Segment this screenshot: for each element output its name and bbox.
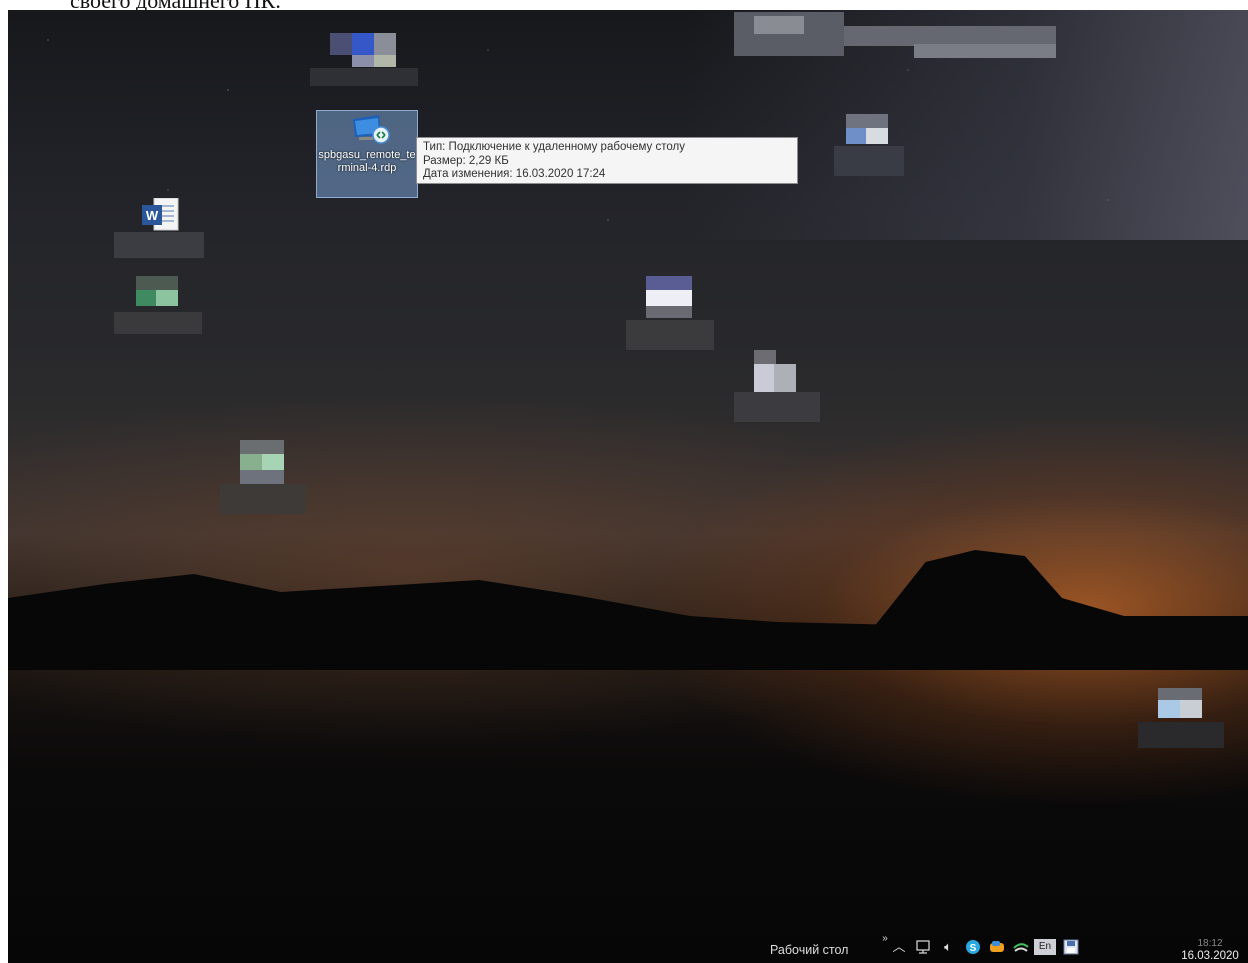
clock-time: 18:12 (1197, 938, 1223, 949)
taskbar: Рабочий стол » ︿ 🔈︎ S En 18:12 16.03.202… (8, 929, 1248, 963)
svg-text:W: W (146, 208, 159, 223)
desktop-toolbar-label[interactable]: Рабочий стол (770, 943, 848, 957)
rdp-file-label: spbgasu_remote_terminal-4.rdp (318, 149, 416, 174)
blurred-desktop-icon[interactable] (714, 348, 820, 424)
blurred-desktop-item-text (734, 12, 1056, 68)
chevron-up-icon[interactable]: ︿ (890, 939, 908, 955)
blurred-desktop-item-text (114, 232, 204, 260)
rdp-file-icon[interactable]: spbgasu_remote_terminal-4.rdp (316, 110, 418, 198)
tooltip-type: Тип: Подключение к удаленному рабочему с… (423, 141, 685, 153)
clock-date: 16.03.2020 (1181, 950, 1239, 962)
landscape-silhouette (8, 550, 1248, 670)
save-icon[interactable] (1062, 939, 1080, 955)
remote-desktop-icon (353, 115, 390, 144)
blurred-desktop-icon[interactable] (1138, 686, 1224, 750)
network-icon[interactable] (914, 939, 932, 955)
blurred-desktop-icon[interactable] (114, 272, 202, 334)
desktop[interactable]: spbgasu_remote_terminal-4.rdp Тип: Подкл… (8, 10, 1248, 963)
blurred-desktop-icon[interactable] (310, 28, 418, 88)
volume-icon[interactable]: 🔈︎ (936, 939, 960, 955)
word-document-icon[interactable]: W (142, 198, 182, 232)
blurred-desktop-icon[interactable] (200, 438, 306, 516)
tooltip-size: Размер: 2,29 КБ (423, 154, 509, 167)
blurred-desktop-icon[interactable] (824, 110, 914, 180)
tooltip-modified: Дата изменения: 16.03.2020 17:24 (423, 168, 606, 180)
sync-icon[interactable] (1012, 939, 1030, 955)
keyboard-layout-icon[interactable]: En (1034, 939, 1056, 955)
blurred-desktop-icon[interactable] (626, 272, 714, 352)
cloud-icon[interactable] (988, 939, 1006, 955)
svg-text:S: S (970, 943, 977, 954)
skype-icon[interactable]: S (964, 939, 982, 955)
system-clock[interactable]: 18:12 16.03.2020 (1178, 939, 1242, 963)
file-info-tooltip: Тип: Подключение к удаленному рабочему с… (416, 137, 798, 184)
